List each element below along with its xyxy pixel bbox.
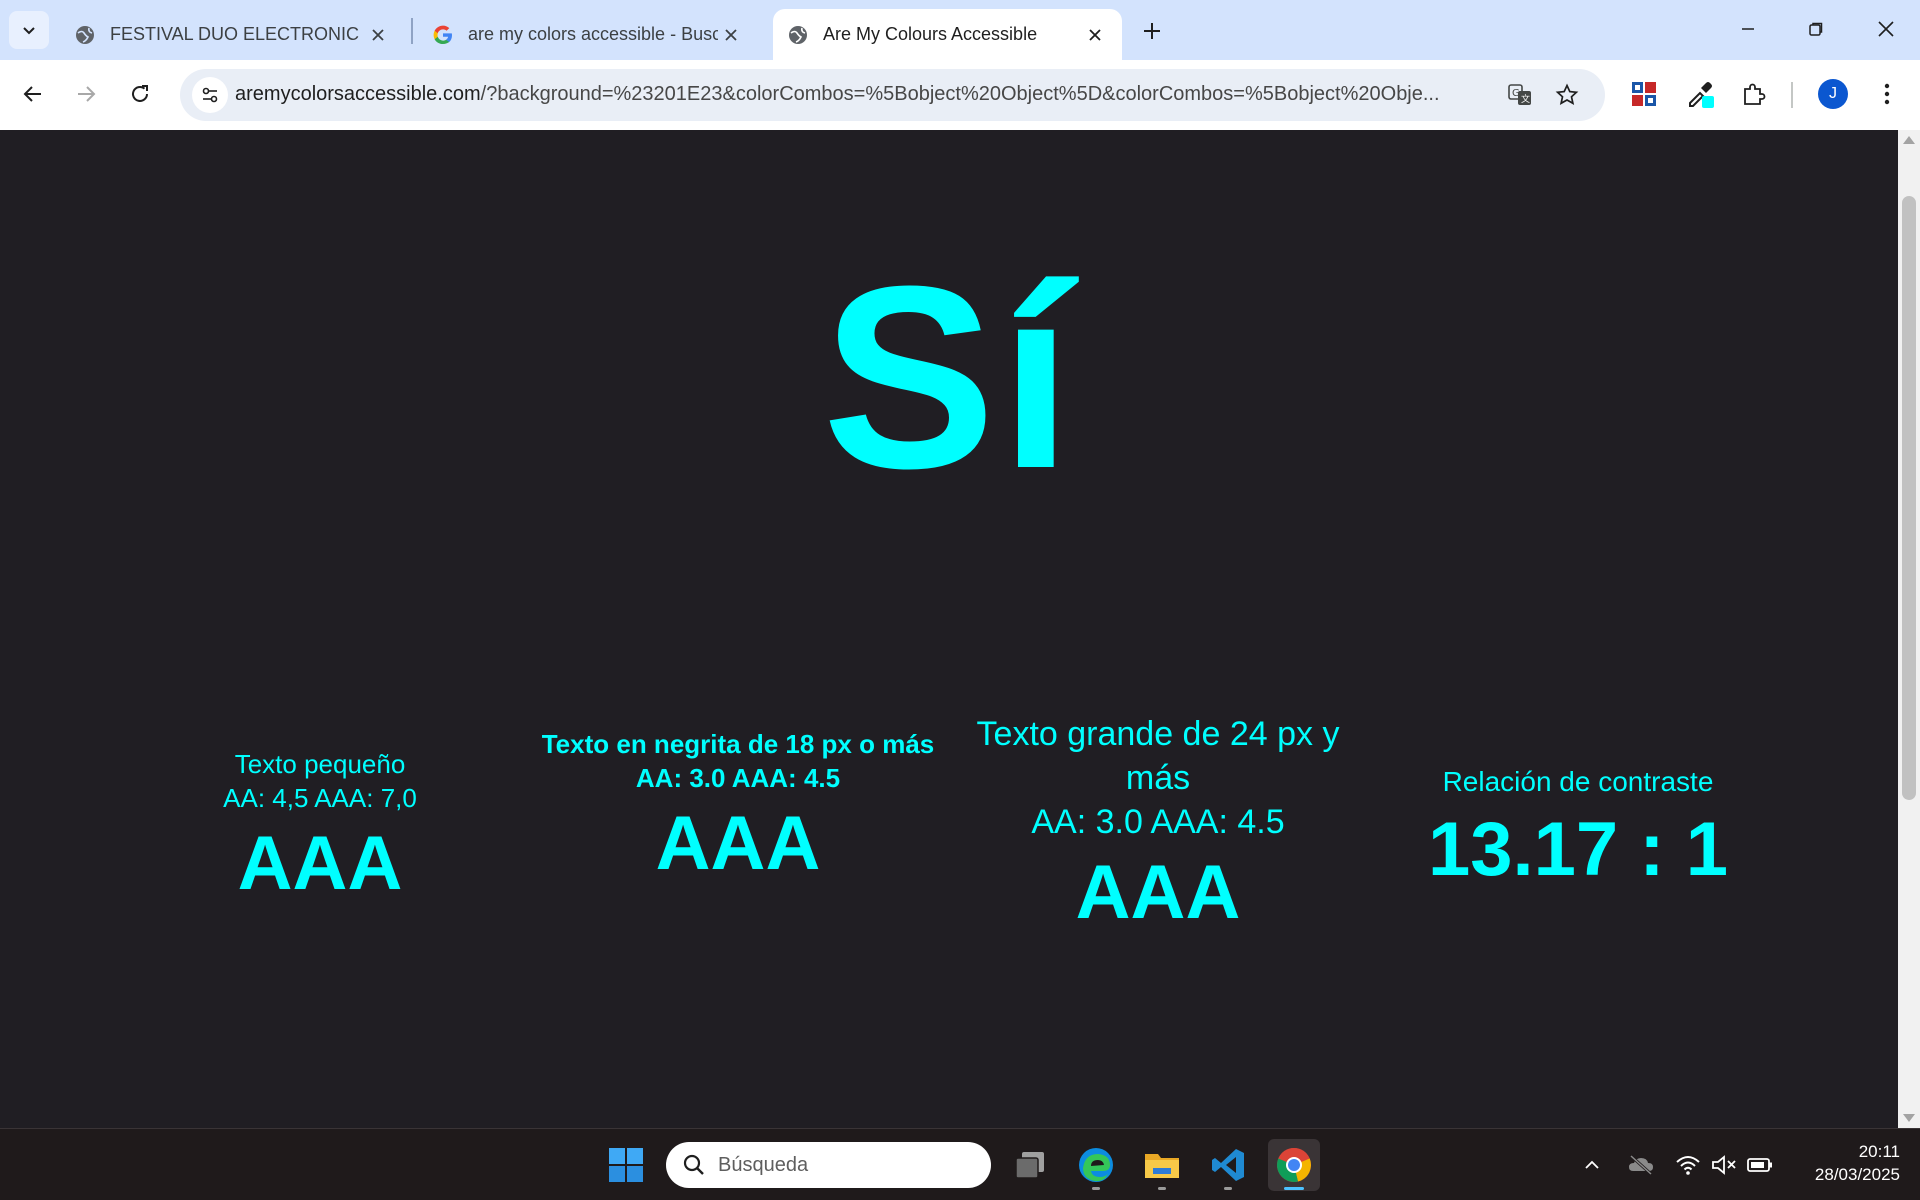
system-clock[interactable]: 20:11 28/03/2025: [1780, 1141, 1900, 1187]
chrome-app[interactable]: [1268, 1139, 1320, 1191]
windows-start-icon: [609, 1148, 643, 1182]
tab-search-button[interactable]: [9, 11, 49, 49]
scroll-up-arrow-icon[interactable]: [1903, 136, 1915, 144]
tab-title: Are My Colours Accessible: [823, 24, 1038, 44]
minimize-icon: [1742, 28, 1754, 30]
vscode-icon: [1212, 1149, 1244, 1181]
globe-icon: [787, 24, 809, 46]
profile-avatar[interactable]: J: [1818, 79, 1848, 109]
tab-festival[interactable]: FESTIVAL DUO ELECTRONIC: [60, 9, 405, 60]
small-text-thresholds: AA: 4,5 AAA: 7,0: [223, 782, 417, 813]
large-text-rating: AAA: [1075, 849, 1241, 935]
arrow-right-icon: [78, 86, 96, 102]
translate-icon[interactable]: G文: [1505, 80, 1535, 110]
page-scrollbar[interactable]: [1898, 130, 1920, 1128]
battery-icon[interactable]: [1746, 1151, 1774, 1179]
new-tab-button[interactable]: [1135, 14, 1169, 48]
url-host: aremycolorsaccessible.com: [235, 83, 481, 105]
restore-icon: [1809, 22, 1823, 36]
bold-text-label: Texto en negrita de 18 px o más: [541, 729, 935, 759]
start-button[interactable]: [600, 1139, 652, 1191]
toolbar-divider: [1791, 82, 1793, 108]
tune-icon: [202, 87, 218, 103]
taskbar-search[interactable]: Búsqueda: [666, 1142, 991, 1188]
page-content: Sí Texto pequeño AA: 4,5 AAA: 7,0 AAA Te…: [0, 130, 1898, 1128]
contrast-ratio-value: 13.17 : 1: [1428, 807, 1728, 893]
chevron-down-icon: [23, 27, 35, 35]
wifi-icon[interactable]: [1674, 1151, 1702, 1179]
edge-app[interactable]: [1070, 1139, 1122, 1191]
edge-icon: [1079, 1148, 1113, 1182]
globe-icon: [74, 24, 96, 46]
clock-date: 28/03/2025: [1814, 1164, 1900, 1184]
back-button[interactable]: [13, 74, 53, 114]
arrow-left-icon: [23, 86, 41, 102]
speaker-muted-icon[interactable]: [1710, 1151, 1738, 1179]
site-info-button[interactable]: [192, 77, 228, 113]
onedrive-offline-icon[interactable]: [1627, 1151, 1655, 1179]
search-icon: [683, 1154, 704, 1175]
contrast-ratio-label: Relación de contraste: [1442, 766, 1714, 797]
bookmark-star-icon[interactable]: [1552, 80, 1582, 110]
task-view-icon: [1015, 1152, 1044, 1179]
bold-text-thresholds: AA: 3.0 AAA: 4.5: [635, 762, 841, 793]
contrast-ratio: Relación de contraste 13.17 : 1: [1368, 764, 1788, 892]
tab-strip: FESTIVAL DUO ELECTRONIC are my colors ac…: [0, 0, 1920, 60]
close-icon[interactable]: [1082, 22, 1108, 48]
scroll-down-arrow-icon[interactable]: [1903, 1114, 1915, 1122]
minimize-button[interactable]: [1714, 0, 1782, 58]
more-menu-icon[interactable]: [1867, 74, 1907, 114]
google-g-icon: [432, 24, 454, 46]
scrollbar-thumb[interactable]: [1902, 196, 1916, 800]
url-text[interactable]: aremycolorsaccessible.com/?background=%2…: [235, 83, 1490, 106]
browser-toolbar: aremycolorsaccessible.com/?background=%2…: [0, 60, 1920, 130]
close-icon[interactable]: [365, 22, 391, 48]
clock-time: 20:11: [1858, 1142, 1900, 1161]
accessibility-answer: Sí: [822, 233, 1076, 523]
bold-text-result: Texto en negrita de 18 px o más AA: 3.0 …: [528, 728, 948, 885]
color-picker-extension-icon[interactable]: [1680, 74, 1720, 114]
puzzle-extensions-icon[interactable]: [1734, 74, 1774, 114]
bold-text-rating: AAA: [655, 800, 821, 886]
small-text-rating: AAA: [237, 820, 403, 906]
address-bar[interactable]: aremycolorsaccessible.com/?background=%2…: [180, 69, 1605, 121]
file-explorer-app[interactable]: [1136, 1139, 1188, 1191]
running-indicator: [1092, 1187, 1100, 1190]
tab-title: FESTIVAL DUO ELECTRONIC: [110, 24, 360, 44]
running-indicator: [1224, 1187, 1232, 1190]
restore-button[interactable]: [1782, 0, 1850, 58]
extension-grid-icon[interactable]: [1624, 74, 1664, 114]
running-indicator: [1158, 1187, 1166, 1190]
close-icon: [1878, 21, 1894, 37]
tab-google-search[interactable]: are my colors accessible - Busca: [418, 9, 758, 60]
close-icon[interactable]: [718, 22, 744, 48]
small-text-label: Texto pequeño: [234, 749, 406, 779]
file-explorer-icon: [1145, 1154, 1179, 1178]
large-text-thresholds: AA: 3.0 AAA: 4.5: [1031, 803, 1285, 842]
task-view-button[interactable]: [1004, 1139, 1056, 1191]
tab-are-my-colours-accessible[interactable]: Are My Colours Accessible: [773, 9, 1122, 60]
forward-button[interactable]: [66, 74, 106, 114]
tab-separator: [411, 18, 413, 44]
url-path: /?background=%23201E23&colorCombos=%5Bob…: [480, 83, 1440, 105]
vscode-app[interactable]: [1202, 1139, 1254, 1191]
large-text-result: Texto grande de 24 px y más AA: 3.0 AAA:…: [948, 712, 1368, 934]
chevron-up-icon[interactable]: [1578, 1151, 1606, 1179]
chrome-icon: [1277, 1148, 1311, 1182]
plus-icon: [1144, 23, 1160, 39]
windows-taskbar: Búsqueda 20:11 28/03/2025: [0, 1128, 1920, 1200]
svg-text:文: 文: [1521, 93, 1530, 105]
close-window-button[interactable]: [1852, 0, 1920, 58]
reload-icon: [132, 85, 148, 102]
large-text-label: Texto grande de 24 px y más: [976, 715, 1340, 798]
tab-title: are my colors accessible - Busca: [468, 24, 718, 44]
search-placeholder: Búsqueda: [718, 1153, 809, 1176]
small-text-result: Texto pequeño AA: 4,5 AAA: 7,0 AAA: [110, 748, 530, 905]
reload-button[interactable]: [120, 74, 160, 114]
active-indicator: [1284, 1187, 1304, 1190]
